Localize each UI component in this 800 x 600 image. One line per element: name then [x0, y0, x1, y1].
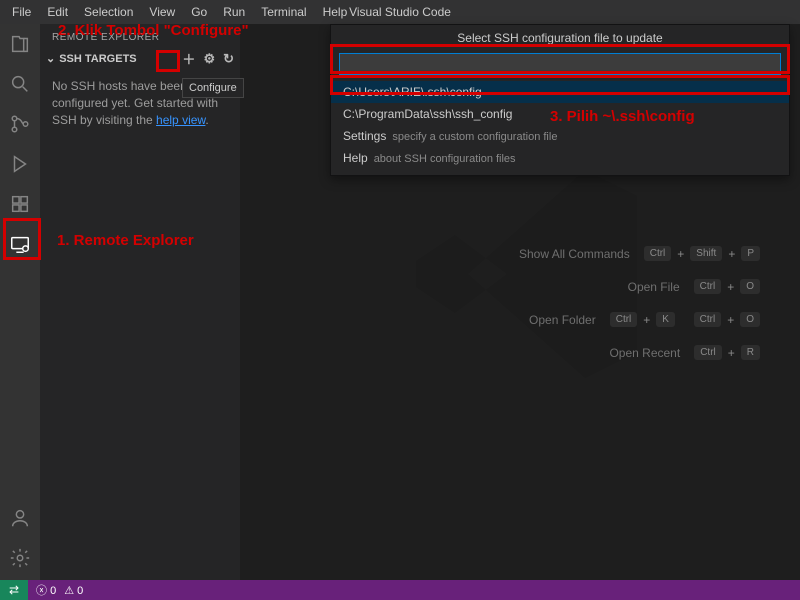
key: Ctrl — [610, 312, 638, 327]
annotation-1: 1. Remote Explorer — [57, 232, 194, 249]
key: Ctrl — [694, 279, 722, 294]
scm-icon[interactable] — [8, 112, 32, 136]
annotation-3: 3. Pilih ~\.ssh\config — [550, 108, 695, 125]
shortcut-open-file: Open File Ctrl+O — [519, 279, 760, 294]
key: Ctrl — [694, 312, 722, 327]
key: O — [740, 279, 760, 294]
qp-item-hint: specify a custom configuration file — [392, 131, 557, 143]
annotation-box-remote-explorer — [3, 218, 41, 260]
menu-file[interactable]: File — [4, 2, 39, 22]
annotation-2: 2. Klik Tombol "Configure" — [58, 22, 249, 39]
warnings-indicator[interactable]: ⚠ 0 — [64, 584, 83, 597]
key: Ctrl — [694, 345, 722, 360]
window-title: Visual Studio Code — [349, 5, 451, 19]
configure-tooltip: Configure — [182, 78, 244, 98]
configure-icon[interactable]: ⚙ — [203, 51, 215, 67]
quickpick-item-help[interactable]: Help about SSH configuration files — [331, 147, 789, 169]
menu-view[interactable]: View — [141, 2, 183, 22]
menu-go[interactable]: Go — [183, 2, 215, 22]
menu-items: File Edit Selection View Go Run Terminal… — [0, 2, 355, 22]
ssh-targets-header[interactable]: ⌄ SSH TARGETS ＋ ⚙ ↻ — [40, 47, 240, 70]
extensions-icon[interactable] — [8, 192, 32, 216]
chevron-down-icon: ⌄ — [46, 52, 55, 65]
empty-text-suffix: . — [205, 113, 208, 127]
explorer-icon[interactable] — [8, 32, 32, 56]
key: P — [741, 246, 760, 261]
shortcut-label: Open File — [628, 280, 680, 294]
shortcut-label: Open Folder — [529, 313, 596, 327]
shortcut-open-recent: Open Recent Ctrl+R — [519, 345, 760, 360]
ssh-targets-label: SSH TARGETS — [59, 53, 136, 65]
annotation-box-qp-selected — [330, 75, 790, 95]
key: R — [741, 345, 760, 360]
statusbar: ⇄ ⓧ 0 ⚠ 0 — [0, 580, 800, 600]
menubar: File Edit Selection View Go Run Terminal… — [0, 0, 800, 24]
quickpick-item-settings[interactable]: Settings specify a custom configuration … — [331, 125, 789, 147]
run-icon[interactable] — [8, 152, 32, 176]
search-icon[interactable] — [8, 72, 32, 96]
shortcut-label: Open Recent — [609, 346, 680, 360]
gear-icon[interactable] — [8, 546, 32, 570]
help-view-link[interactable]: help view — [156, 113, 205, 127]
annotation-box-configure — [156, 50, 180, 72]
statusbar-content: ⓧ 0 ⚠ 0 — [28, 580, 800, 600]
activity-bar-bottom — [8, 506, 32, 570]
menu-edit[interactable]: Edit — [39, 2, 76, 22]
menu-run[interactable]: Run — [215, 2, 253, 22]
activity-bar — [0, 24, 40, 580]
qp-item-label: Settings — [343, 129, 386, 143]
account-icon[interactable] — [8, 506, 32, 530]
shortcut-open-folder: Open Folder Ctrl+K Ctrl+O — [519, 312, 760, 327]
key: Ctrl — [644, 246, 672, 261]
key: O — [740, 312, 760, 327]
sidebar: REMOTE EXPLORER ⌄ SSH TARGETS ＋ ⚙ ↻ No S… — [40, 24, 240, 580]
remote-indicator[interactable]: ⇄ — [0, 580, 28, 600]
menu-terminal[interactable]: Terminal — [253, 2, 314, 22]
add-icon[interactable]: ＋ — [182, 49, 195, 68]
welcome-shortcuts: Show All Commands Ctrl+Shift+P Open File… — [519, 246, 760, 360]
qp-item-label: Help — [343, 151, 368, 165]
refresh-icon[interactable]: ↻ — [223, 51, 234, 67]
qp-item-label: C:\ProgramData\ssh\ssh_config — [343, 107, 512, 121]
errors-indicator[interactable]: ⓧ 0 — [36, 582, 56, 598]
shortcut-label: Show All Commands — [519, 247, 630, 261]
menu-selection[interactable]: Selection — [76, 2, 141, 22]
shortcut-show-all: Show All Commands Ctrl+Shift+P — [519, 246, 760, 261]
key: K — [656, 312, 675, 327]
key: Shift — [690, 246, 722, 261]
qp-item-hint: about SSH configuration files — [374, 153, 516, 165]
annotation-box-qp-input — [330, 44, 790, 74]
